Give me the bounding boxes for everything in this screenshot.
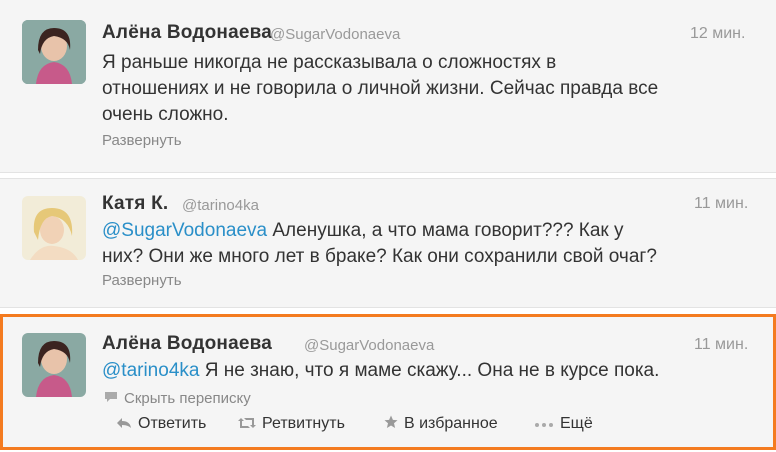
tweet-text-line: @tarino4ka Я не знаю, что я маме скажу..… <box>102 358 752 384</box>
favorite-label: В избранное <box>404 415 498 432</box>
mention-link[interactable]: @SugarVodonaeva <box>102 220 267 241</box>
tweet-text-line: них? Они же много лет в браке? Как они с… <box>102 246 657 267</box>
author-handle[interactable]: @tarino4ka <box>182 197 259 214</box>
author-name[interactable]: Алёна Водонаева <box>102 333 272 355</box>
author-handle[interactable]: @SugarVodonaeva <box>270 26 400 43</box>
tweet-timestamp[interactable]: 12 мин. <box>690 25 745 43</box>
tweet-text-line: отношениях и не говорила о личной жизни.… <box>102 78 659 99</box>
tweet-text: @SugarVodonaeva Аленушка, а что мама гов… <box>102 218 752 270</box>
author-name[interactable]: Алёна Водонаева <box>102 22 272 44</box>
retweet-icon <box>238 416 256 433</box>
avatar[interactable] <box>22 333 86 397</box>
more-dots-icon <box>534 416 554 433</box>
tweet-timestamp[interactable]: 11 мин. <box>694 336 748 354</box>
tweet-text-fragment: Я не знаю, что я маме скажу... Она не в … <box>199 360 660 381</box>
retweet-button[interactable]: Ретвитнуть <box>238 415 345 433</box>
star-icon <box>384 415 398 433</box>
tweet-text: @tarino4ka Я не знаю, что я маме скажу..… <box>102 358 752 384</box>
expand-link[interactable]: Развернуть <box>102 272 182 289</box>
tweet-text-line: очень сложно. <box>102 104 229 125</box>
hide-conversation-link[interactable]: Скрыть переписку <box>104 390 251 407</box>
reply-button[interactable]: Ответить <box>116 415 206 433</box>
avatar[interactable] <box>22 20 86 84</box>
avatar[interactable] <box>22 196 86 260</box>
favorite-button[interactable]: В избранное <box>384 415 498 433</box>
tweet-text-line: @SugarVodonaeva Аленушка, а что мама гов… <box>102 218 752 244</box>
tweet-timestamp[interactable]: 11 мин. <box>694 195 748 213</box>
more-button[interactable]: Ещё <box>534 415 593 433</box>
expand-link[interactable]: Развернуть <box>102 132 182 149</box>
hide-conversation-label: Скрыть переписку <box>124 390 251 407</box>
mention-link[interactable]: @tarino4ka <box>102 360 199 381</box>
author-handle[interactable]: @SugarVodonaeva <box>304 337 434 354</box>
retweet-label: Ретвитнуть <box>262 415 345 432</box>
tweet-text-line: Я раньше никогда не рассказывала о сложн… <box>102 52 557 73</box>
tweet-text: Я раньше никогда не рассказывала о сложн… <box>102 50 752 128</box>
reply-icon <box>116 416 132 433</box>
author-name[interactable]: Катя К. <box>102 193 168 215</box>
tweet-text-fragment: Аленушка, а что мама говорит??? Как у <box>267 220 624 241</box>
reply-label: Ответить <box>138 415 207 432</box>
speech-bubble-icon <box>104 390 118 407</box>
more-label: Ещё <box>560 415 593 432</box>
